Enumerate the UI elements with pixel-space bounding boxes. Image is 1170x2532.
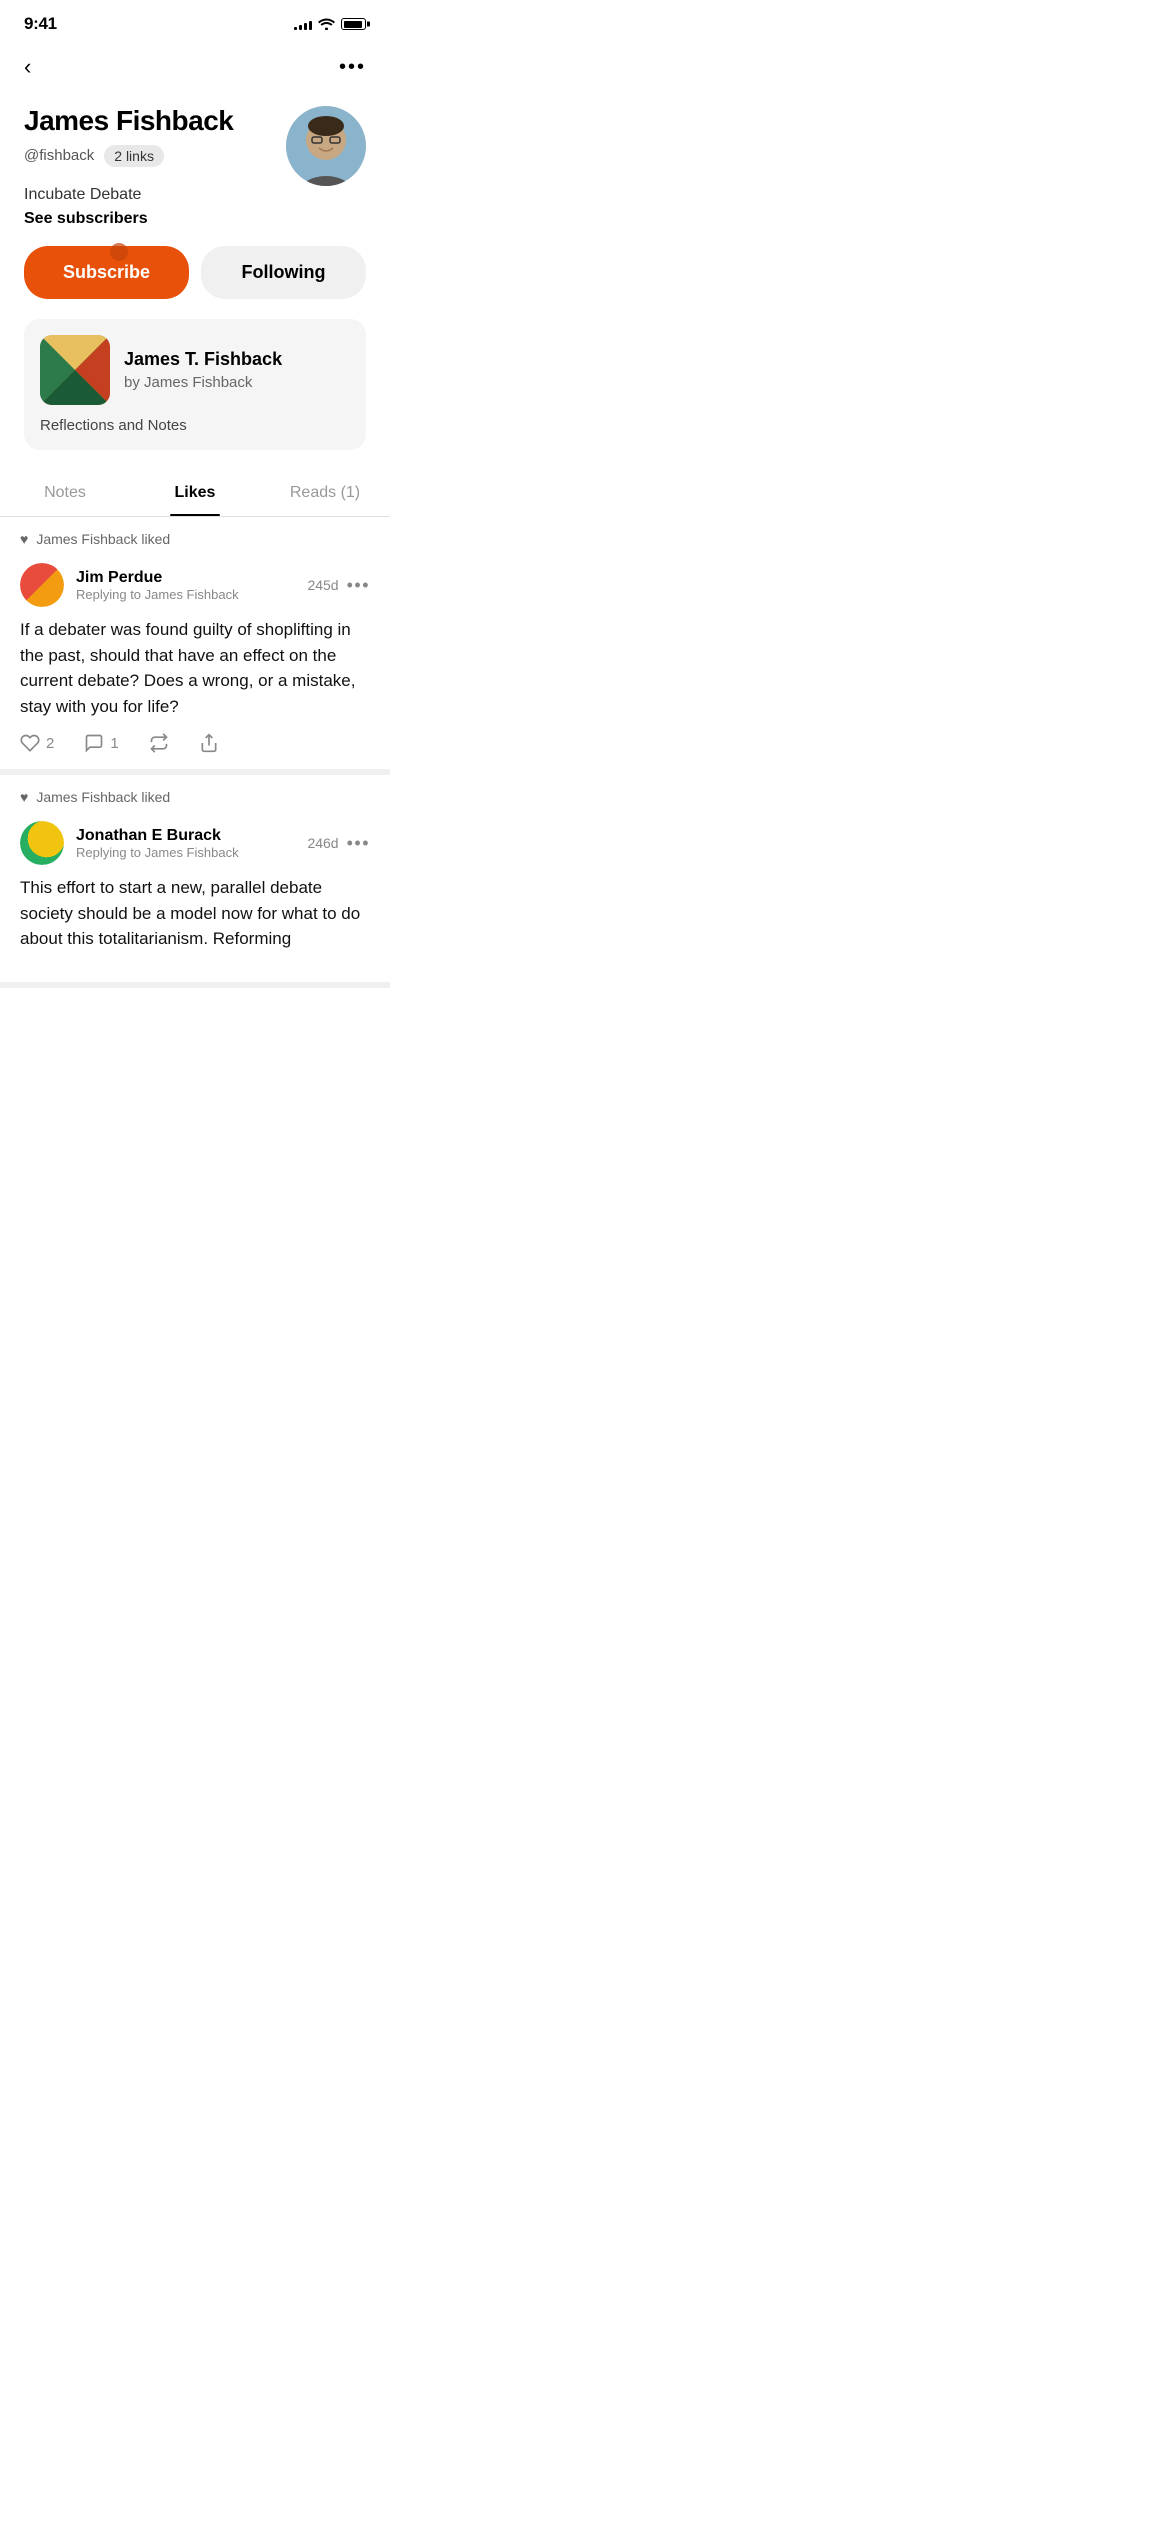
see-subscribers[interactable]: See subscribers [24,210,366,228]
post-header-1: Jim Perdue Replying to James Fishback 24… [20,563,370,607]
tab-likes[interactable]: Likes [130,470,260,516]
tab-reads[interactable]: Reads (1) [260,470,390,516]
status-bar: 9:41 [0,0,390,42]
post-time-more-2: 246d ••• [307,833,370,854]
post-card-1: Jim Perdue Replying to James Fishback 24… [0,553,390,775]
post-reply-to-2: Replying to James Fishback [76,845,307,860]
liked-heart-icon-2: ♥ [20,789,28,805]
following-button[interactable]: Following [201,246,366,299]
newsletter-details: James T. Fishback by James Fishback [124,349,282,391]
post-time-more-1: 245d ••• [307,575,370,596]
post-more-button-2[interactable]: ••• [347,833,370,854]
profile-bio: Incubate Debate [24,186,366,204]
links-badge[interactable]: 2 links [104,145,164,167]
post-actions-1: 2 1 [20,733,370,753]
liked-text-1: James Fishback liked [36,531,170,547]
profile-section: James Fishback @fishback 2 links [0,96,390,450]
repost-action-1[interactable] [149,733,169,753]
profile-info: James Fishback @fishback 2 links [24,106,286,183]
like-action-1[interactable]: 2 [20,733,54,753]
newsletter-header: James T. Fishback by James Fishback [40,335,350,405]
post-time-1: 245d [307,577,338,593]
avatar [286,106,366,186]
post-author-name-1[interactable]: Jim Perdue [76,569,307,587]
post-more-button-1[interactable]: ••• [347,575,370,596]
tabs: Notes Likes Reads (1) [0,470,390,517]
share-action-1[interactable] [199,733,219,753]
comment-count-1: 1 [110,735,118,752]
subscribe-button[interactable]: Subscribe [24,246,189,299]
newsletter-description: Reflections and Notes [40,417,350,434]
post-meta-1: Jim Perdue Replying to James Fishback [76,569,307,602]
newsletter-logo [40,335,110,405]
profile-handle: @fishback [24,147,94,164]
post-meta-2: Jonathan E Burack Replying to James Fish… [76,827,307,860]
post-reply-to-1: Replying to James Fishback [76,587,307,602]
post-header-2: Jonathan E Burack Replying to James Fish… [20,821,370,865]
post-author-name-2[interactable]: Jonathan E Burack [76,827,307,845]
post-avatar-1 [20,563,64,607]
liked-heart-icon-1: ♥ [20,531,28,547]
action-buttons: Subscribe Following [24,246,366,299]
newsletter-card[interactable]: James T. Fishback by James Fishback Refl… [24,319,366,450]
post-author-row-2: Jonathan E Burack Replying to James Fish… [20,821,307,865]
wifi-icon [318,17,335,32]
post-card-2: Jonathan E Burack Replying to James Fish… [0,811,390,988]
status-icons [294,17,366,32]
liked-by-label-1: ♥ James Fishback liked [0,517,390,553]
profile-meta: @fishback 2 links [24,145,286,167]
tab-notes[interactable]: Notes [0,470,130,516]
battery-icon [341,18,366,30]
profile-name: James Fishback [24,106,286,137]
liked-by-label-2: ♥ James Fishback liked [0,775,390,811]
profile-header: James Fishback @fishback 2 links [24,106,366,186]
comment-action-1[interactable]: 1 [84,733,118,753]
post-author-row-1: Jim Perdue Replying to James Fishback [20,563,307,607]
feed: ♥ James Fishback liked Jim Perdue Replyi… [0,517,390,988]
post-text-1: If a debater was found guilty of shoplif… [20,617,370,719]
status-time: 9:41 [24,14,57,34]
newsletter-title: James T. Fishback [124,349,282,370]
like-count-1: 2 [46,735,54,752]
newsletter-author: by James Fishback [124,374,282,391]
more-button[interactable]: ••• [335,52,370,83]
signal-icon [294,18,312,30]
back-button[interactable]: ‹ [20,50,35,84]
nav-bar: ‹ ••• [0,42,390,96]
liked-text-2: James Fishback liked [36,789,170,805]
post-text-2: This effort to start a new, parallel deb… [20,875,370,952]
post-time-2: 246d [307,835,338,851]
post-avatar-2 [20,821,64,865]
